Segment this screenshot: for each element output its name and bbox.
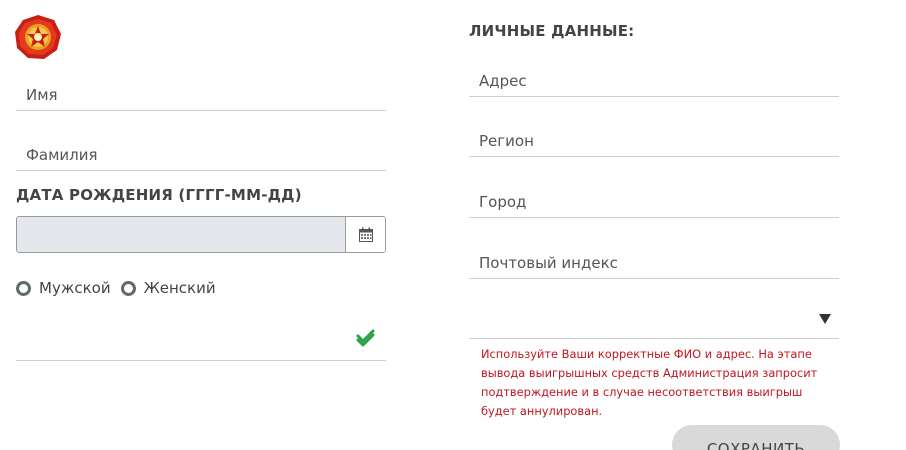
birth-date-field[interactable]: [16, 216, 386, 253]
warning-message: Используйте Ваши корректные ФИО и адрес.…: [481, 347, 818, 418]
save-button[interactable]: СОХРАНИТЬ: [672, 425, 840, 450]
male-radio[interactable]: [16, 280, 31, 296]
first-name-field[interactable]: [16, 80, 386, 111]
logo-icon: [15, 15, 61, 59]
personal-data-title: ЛИЧНЫЕ ДАННЫЕ:: [469, 22, 635, 40]
city-field[interactable]: [469, 187, 839, 218]
gender-female-option[interactable]: Женский: [120, 279, 216, 297]
country-select[interactable]: [469, 305, 839, 339]
address-field[interactable]: [469, 66, 839, 97]
city-input[interactable]: [469, 187, 839, 217]
profile-form: ДАТА РОЖДЕНИЯ (ГГГГ-ММ-ДД) Мужской Женск…: [0, 0, 906, 450]
birth-date-label: ДАТА РОЖДЕНИЯ (ГГГГ-ММ-ДД): [16, 186, 302, 204]
last-name-input[interactable]: [16, 140, 386, 170]
last-name-field[interactable]: [16, 140, 386, 171]
female-radio[interactable]: [120, 280, 136, 296]
dropdown-arrow-icon[interactable]: [819, 314, 831, 324]
gender-male-option[interactable]: Мужской: [16, 279, 111, 297]
calendar-button[interactable]: [345, 217, 385, 252]
postal-code-field[interactable]: [469, 248, 839, 279]
address-input[interactable]: [469, 66, 839, 96]
verified-field[interactable]: [16, 320, 386, 361]
double-check-icon: [356, 329, 375, 347]
birth-date-input[interactable]: [17, 217, 345, 252]
first-name-input[interactable]: [16, 80, 386, 110]
region-field[interactable]: [469, 126, 839, 157]
postal-code-input[interactable]: [469, 248, 839, 278]
calendar-icon: [358, 227, 373, 242]
male-label: Мужской: [39, 279, 111, 297]
region-input[interactable]: [469, 126, 839, 156]
female-label: Женский: [143, 279, 216, 297]
gender-radio-group: Мужской Женский: [16, 279, 226, 297]
